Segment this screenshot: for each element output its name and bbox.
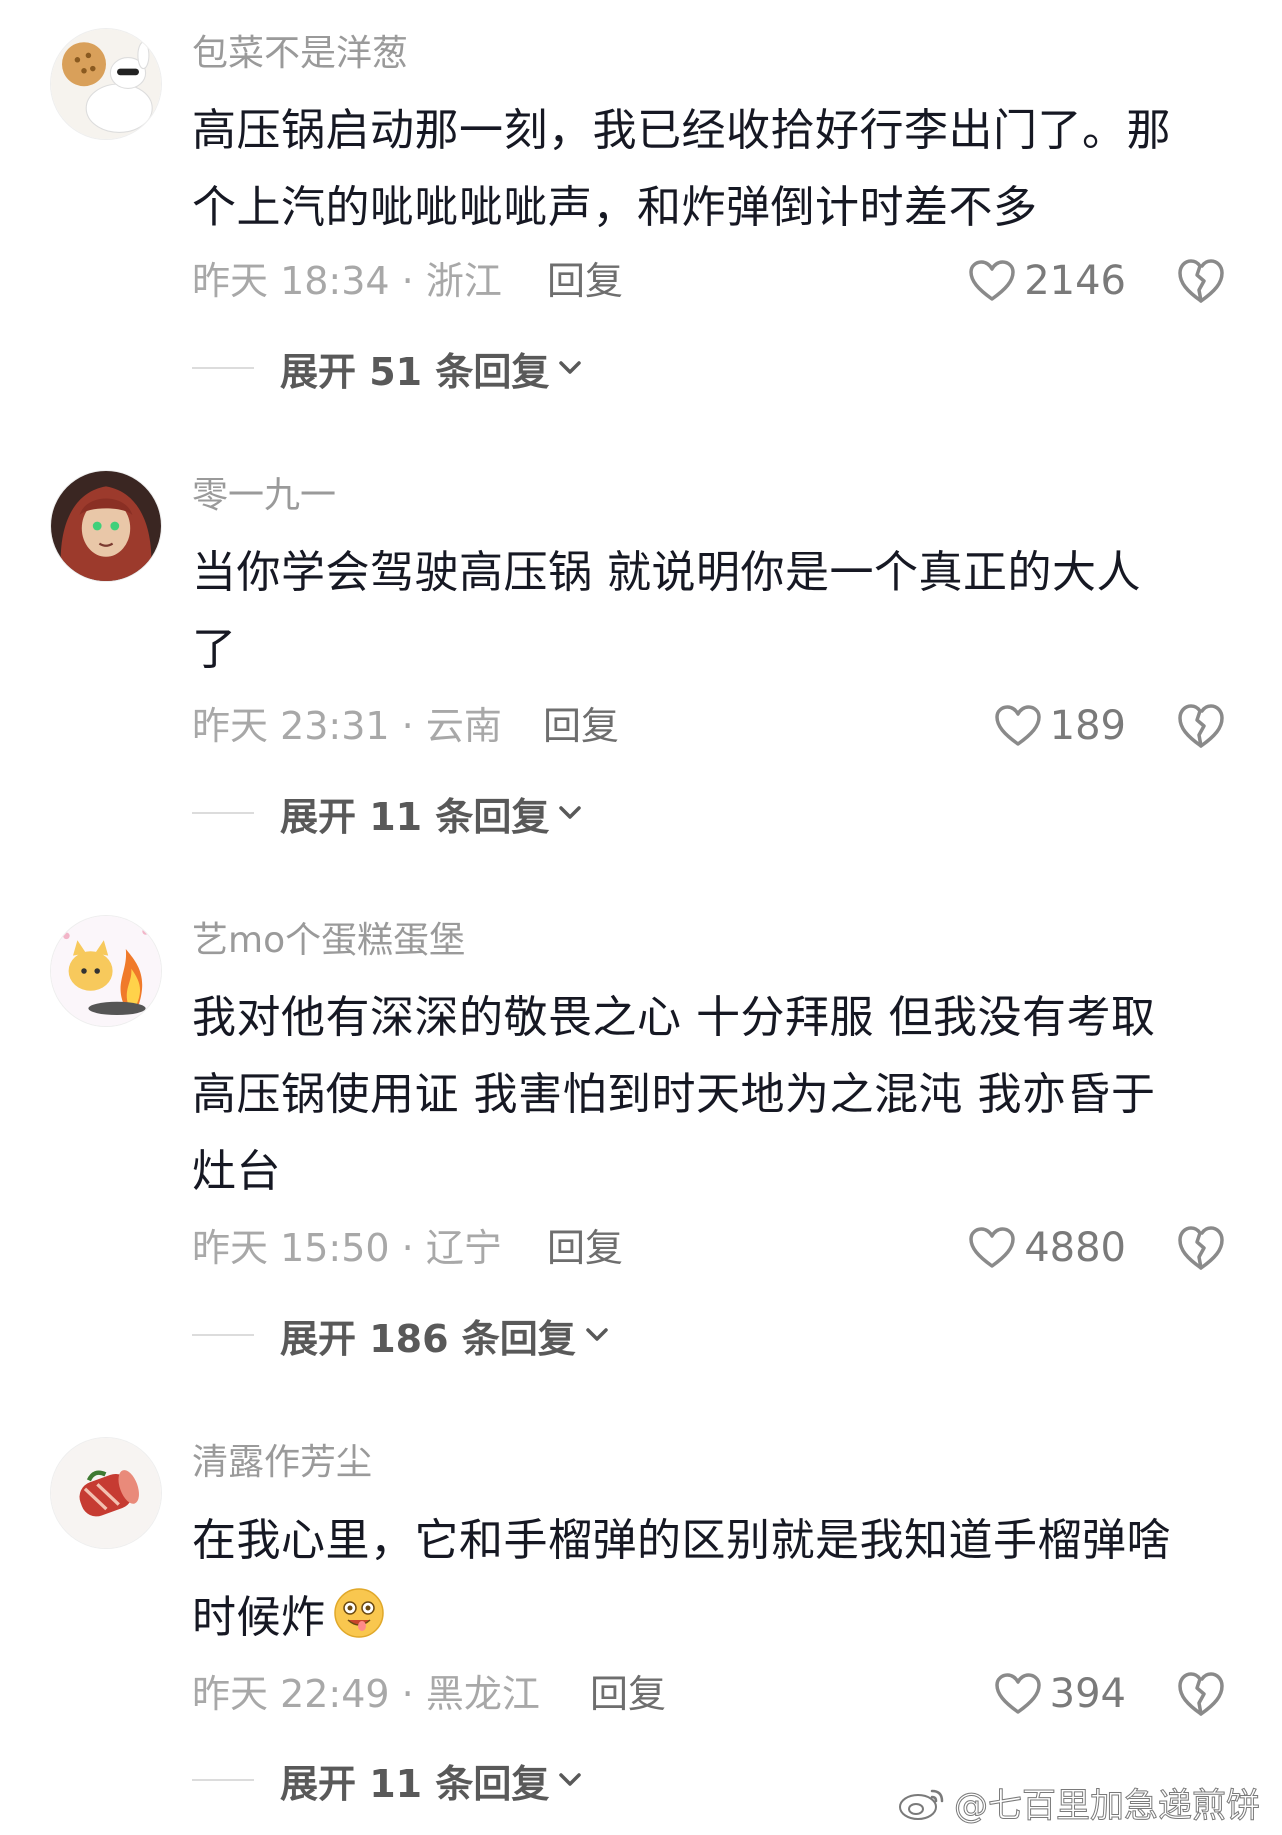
comment-text: 高压锅启动那一刻，我已经收拾好行李出门了。那 个上汽的呲呲呲呲声，和炸弹倒计时差… xyxy=(192,92,1222,246)
reply-button[interactable]: 回复 xyxy=(547,255,623,307)
comment-text: 在我心里，它和手榴弹的区别就是我知道手榴弹啥 时候炸 xyxy=(192,1502,1222,1656)
chevron-down-icon xyxy=(559,1773,582,1786)
avatar[interactable] xyxy=(50,28,162,140)
expand-replies-button[interactable]: 展开 11 条回复 xyxy=(192,1754,583,1806)
comment-text: 我对他有深深的敬畏之心 十分拜服 但我没有考取 高压锅使用证 我害怕到时天地为之… xyxy=(192,979,1222,1210)
heart-icon xyxy=(994,1673,1041,1714)
watermark-text: @七百里加急递煎饼 xyxy=(954,1786,1261,1827)
expand-replies-button[interactable]: 展开 51 条回复 xyxy=(192,342,583,394)
divider xyxy=(192,1334,254,1336)
avatar[interactable] xyxy=(50,1437,162,1549)
broken-heart-icon xyxy=(1178,704,1224,748)
reply-button[interactable]: 回复 xyxy=(543,700,619,752)
comment-line: 高压锅启动那一刻，我已经收拾好行李出门了。那 xyxy=(192,105,1171,156)
comment-list-page: 包菜不是洋葱 高压锅启动那一刻，我已经收拾好行李出门了。那 个上汽的呲呲呲呲声，… xyxy=(0,0,1282,1835)
expand-replies-button[interactable]: 展开 186 条回复 xyxy=(192,1309,610,1361)
broken-heart-icon xyxy=(1178,1226,1224,1270)
expand-replies-label: 展开 186 条回复 xyxy=(280,1316,576,1361)
avatar[interactable] xyxy=(50,915,162,1027)
comment-line: 时候炸 xyxy=(192,1579,1222,1656)
time-location: 昨天 23:31 · 云南 xyxy=(192,704,502,748)
dislike-button[interactable] xyxy=(1176,1670,1226,1718)
like-button[interactable]: 4880 xyxy=(968,1222,1126,1274)
comment-line: 了 xyxy=(192,624,237,675)
username[interactable]: 零一九一 xyxy=(192,472,336,520)
divider xyxy=(192,367,254,369)
time-location: 昨天 18:34 · 浙江 xyxy=(192,259,502,303)
time-location: 昨天 15:50 · 辽宁 xyxy=(192,1226,502,1270)
like-button[interactable]: 189 xyxy=(994,700,1126,752)
like-count: 4880 xyxy=(1024,1225,1126,1271)
heart-icon xyxy=(969,1227,1015,1268)
username[interactable]: 艺mo个蛋糕蛋堡 xyxy=(192,917,465,965)
comment-line: 高压锅使用证 我害怕到时天地为之混沌 我亦昏于 xyxy=(192,1069,1156,1120)
comment-line: 灶台 xyxy=(192,1146,281,1197)
chevron-down-icon xyxy=(559,361,582,374)
dislike-button[interactable] xyxy=(1176,257,1226,305)
expand-replies-button[interactable]: 展开 11 条回复 xyxy=(192,787,583,839)
like-count: 189 xyxy=(1049,703,1126,749)
dislike-button[interactable] xyxy=(1176,702,1226,750)
heart-icon xyxy=(994,705,1041,746)
chevron-down-icon xyxy=(559,806,582,819)
comment-text: 当你学会驾驶高压锅 就说明你是一个真正的大人 了 xyxy=(192,534,1222,688)
comment-line: 在我心里，它和手榴弹的区别就是我知道手榴弹啥 xyxy=(192,1515,1171,1566)
username[interactable]: 清露作芳尘 xyxy=(192,1439,372,1487)
expand-replies-label: 展开 11 条回复 xyxy=(280,1761,550,1806)
like-count: 394 xyxy=(1049,1671,1126,1717)
weibo-watermark: @七百里加急递煎饼 xyxy=(896,1778,1261,1827)
comment-line: 当你学会驾驶高压锅 就说明你是一个真正的大人 xyxy=(192,547,1141,598)
divider xyxy=(192,1779,254,1781)
reply-button[interactable]: 回复 xyxy=(547,1222,623,1274)
comment-line: 我对他有深深的敬畏之心 十分拜服 但我没有考取 xyxy=(192,992,1156,1043)
avatar[interactable] xyxy=(50,470,162,582)
time-location: 昨天 22:49 · 黑龙江 xyxy=(192,1672,540,1716)
expand-replies-label: 展开 51 条回复 xyxy=(280,349,550,394)
heart-icon xyxy=(969,260,1015,301)
broken-heart-icon xyxy=(1178,1672,1224,1716)
like-button[interactable]: 394 xyxy=(994,1668,1126,1720)
broken-heart-icon xyxy=(1178,259,1224,303)
comment-line: 个上汽的呲呲呲呲声，和炸弹倒计时差不多 xyxy=(192,182,1038,233)
expand-replies-label: 展开 11 条回复 xyxy=(280,794,550,839)
dislike-button[interactable] xyxy=(1176,1224,1226,1272)
chevron-down-icon xyxy=(586,1328,608,1341)
drooling-face-emoji-icon xyxy=(333,1588,384,1638)
like-count: 2146 xyxy=(1024,258,1126,304)
weibo-logo-icon xyxy=(899,1789,944,1820)
comment-line-text: 时候炸 xyxy=(192,1592,326,1643)
divider xyxy=(192,812,254,814)
reply-button[interactable]: 回复 xyxy=(590,1668,666,1720)
like-button[interactable]: 2146 xyxy=(968,255,1126,307)
username[interactable]: 包菜不是洋葱 xyxy=(192,30,408,78)
